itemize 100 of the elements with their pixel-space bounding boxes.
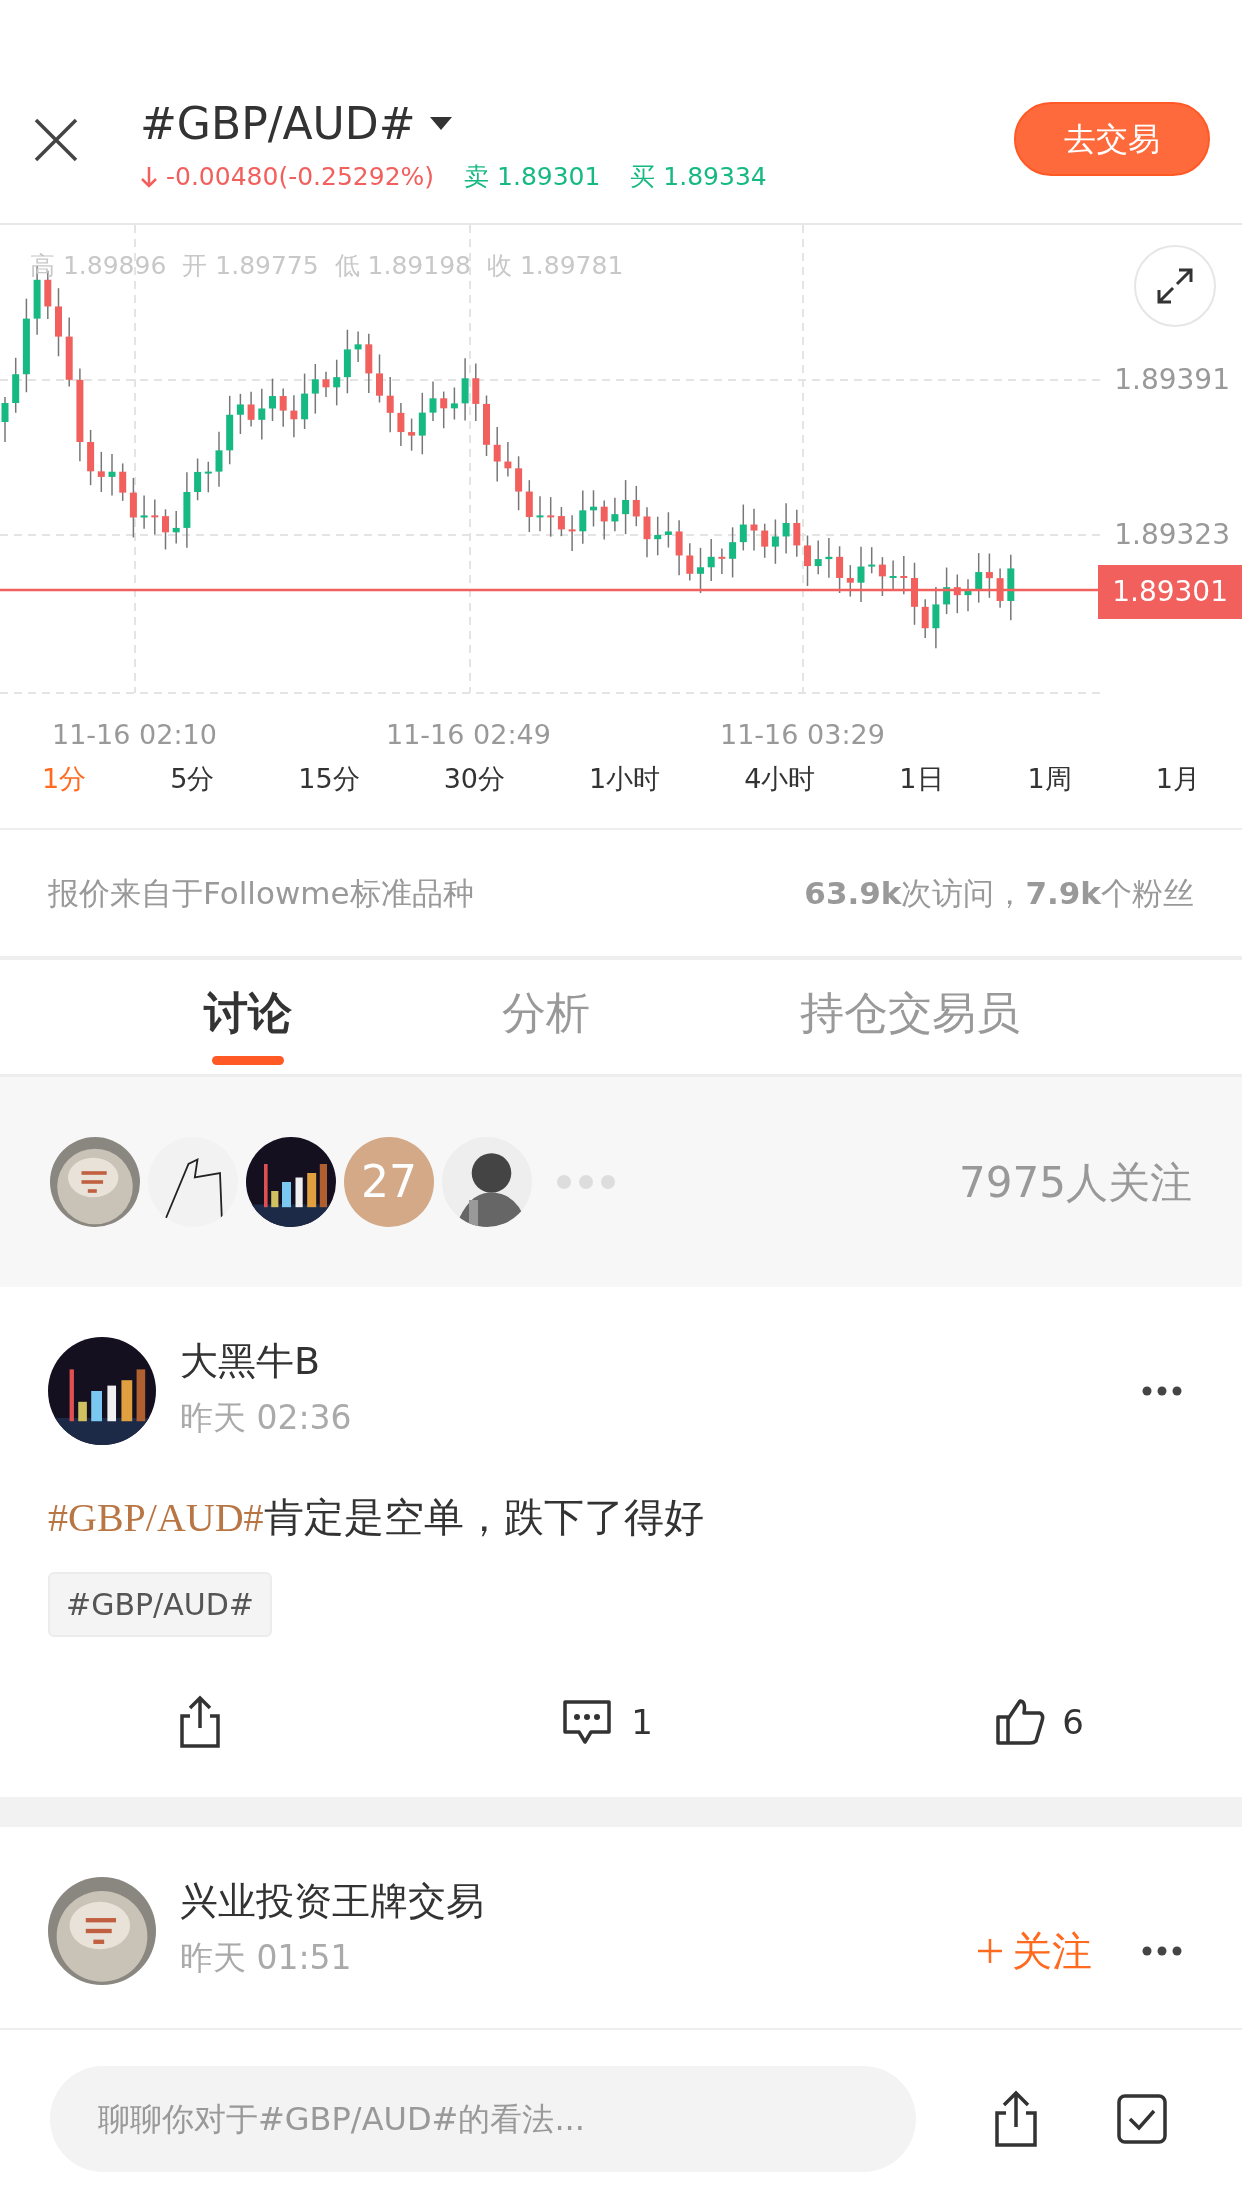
candle <box>622 479 630 535</box>
candle <box>568 514 576 552</box>
candle <box>429 380 437 422</box>
candle <box>654 515 662 557</box>
symbol-title[interactable]: #GBP/AUD# <box>140 100 416 149</box>
time-label: 11-16 02:49 <box>386 718 551 752</box>
candle <box>932 586 940 649</box>
candle <box>857 546 865 603</box>
candle <box>718 547 726 575</box>
candle <box>461 357 469 422</box>
candle <box>236 393 244 435</box>
candle <box>868 546 876 575</box>
candle <box>386 376 394 433</box>
candle <box>55 287 62 357</box>
timeframe-tab[interactable]: 1日 <box>889 758 954 800</box>
candle <box>953 573 961 614</box>
candle <box>119 462 127 502</box>
thumbs-up-icon <box>994 1697 1047 1747</box>
candle <box>129 477 137 539</box>
candle <box>632 485 640 527</box>
quote-source: 报价来自于Followme标准品种 <box>48 873 474 913</box>
candle <box>911 562 918 626</box>
candle <box>846 564 854 598</box>
timeframe-tab[interactable]: 5分 <box>160 758 225 800</box>
follower-count: 7975人关注 <box>959 1156 1192 1209</box>
candle <box>172 510 180 545</box>
checkbox-icon[interactable] <box>1116 2093 1168 2145</box>
candle <box>793 508 801 558</box>
candle <box>258 388 266 441</box>
candle <box>194 457 202 501</box>
candle <box>579 489 587 545</box>
timeframe-tab[interactable]: 4小时 <box>734 758 826 800</box>
plus-icon <box>976 1937 1004 1965</box>
candle <box>814 539 822 576</box>
candle <box>536 495 544 532</box>
candle <box>151 498 159 536</box>
candle <box>547 496 555 538</box>
like-button[interactable]: 6 <box>988 1695 1090 1749</box>
candle <box>162 508 169 551</box>
candle <box>354 330 362 363</box>
current-price-tag: 1.89301 <box>1098 565 1242 619</box>
candle <box>557 506 565 537</box>
hashtag-chip[interactable]: #GBP/AUD# <box>48 1572 272 1637</box>
candle <box>322 370 330 398</box>
candle <box>376 353 383 404</box>
candle <box>525 479 533 533</box>
timeframe-tab[interactable]: 30分 <box>433 758 516 800</box>
candle <box>140 494 148 530</box>
candle <box>739 503 747 552</box>
share-icon[interactable] <box>992 2089 1040 2149</box>
candle <box>643 506 651 558</box>
candle <box>750 507 758 552</box>
candle <box>97 451 105 493</box>
more-icon[interactable] <box>1142 1386 1182 1396</box>
candle <box>878 556 886 597</box>
candle <box>279 387 287 428</box>
timeframe-tab[interactable]: 1月 <box>1145 758 1210 800</box>
candle <box>247 390 255 428</box>
expand-icon <box>1155 266 1195 306</box>
more-icon[interactable] <box>1142 1946 1182 1956</box>
candle <box>87 429 95 486</box>
candle <box>333 358 341 407</box>
candle <box>226 395 234 465</box>
candle <box>493 426 501 483</box>
candle <box>900 555 908 595</box>
candle <box>804 534 811 587</box>
timeframe-tab[interactable]: 1周 <box>1017 758 1082 800</box>
author-name[interactable]: 兴业投资王牌交易 <box>180 1879 970 1926</box>
timeframe-tab[interactable]: 1小时 <box>579 758 671 800</box>
close-button[interactable] <box>32 116 80 164</box>
candle <box>472 362 480 422</box>
timeframe-tab[interactable]: 15分 <box>288 758 370 800</box>
post-text: #GBP/AUD#肯定是空单，跌下了得好 <box>48 1493 705 1542</box>
down-arrow-icon <box>140 165 158 190</box>
candle <box>771 518 779 565</box>
close-icon <box>32 116 80 164</box>
candle <box>761 522 769 559</box>
candle <box>697 547 704 594</box>
candle <box>311 363 319 415</box>
section-tab[interactable]: 讨论 <box>204 968 292 1066</box>
caret-icon[interactable] <box>429 117 452 132</box>
comment-button[interactable]: 1 <box>553 1695 659 1749</box>
candle <box>590 489 597 528</box>
author-name[interactable]: 大黑牛B <box>180 1339 1142 1386</box>
buy-price: 买 1.89334 <box>630 161 767 194</box>
candle <box>397 402 405 447</box>
candle <box>943 566 951 615</box>
candle <box>686 542 694 582</box>
time-label: 11-16 03:29 <box>720 718 885 752</box>
candle <box>921 598 929 639</box>
candle <box>964 578 972 613</box>
stats-text: 63.9k次访问，7.9k个粉丝 <box>804 873 1194 913</box>
candle <box>675 519 683 576</box>
candle <box>515 455 523 511</box>
candle <box>782 502 790 555</box>
post-time: 昨天 01:51 <box>180 1937 353 1980</box>
candle <box>204 460 212 494</box>
comment-input[interactable]: 聊聊你对于#GBP/AUD#的看法... <box>50 2066 916 2172</box>
candle <box>707 538 715 582</box>
price-label: 1.89323 <box>1114 517 1230 553</box>
